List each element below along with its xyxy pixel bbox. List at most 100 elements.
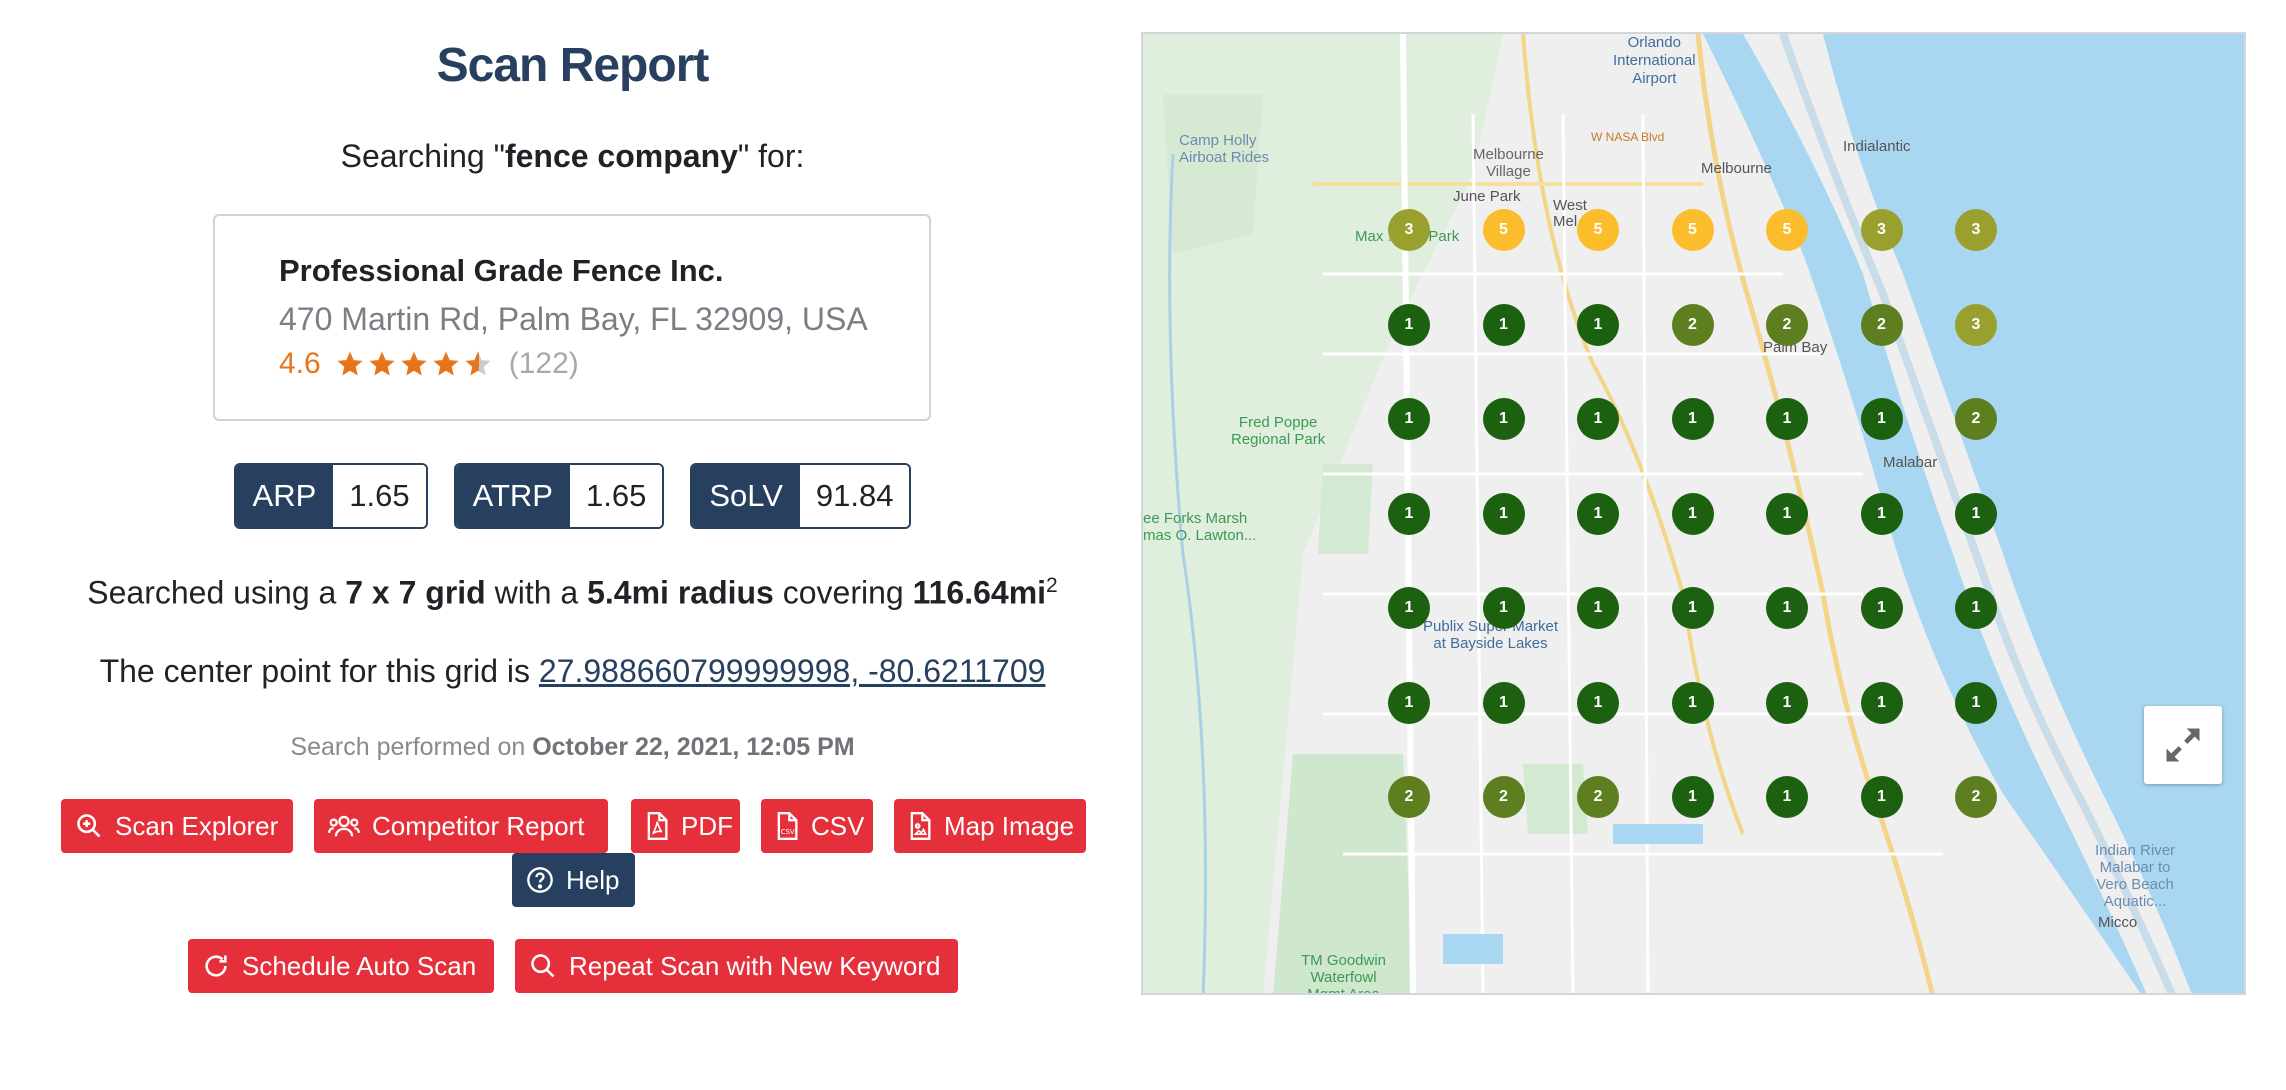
rank-marker[interactable]: 1 — [1671, 776, 1714, 818]
repeat-scan-button[interactable]: Repeat Scan with New Keyword — [515, 939, 958, 993]
business-address: 470 Martin Rd, Palm Bay, FL 32909, USA — [279, 301, 868, 337]
metric-value: 91.84 — [799, 465, 910, 527]
rank-marker[interactable]: 1 — [1577, 303, 1619, 346]
rank-marker[interactable]: 1 — [1671, 587, 1714, 629]
rank-marker[interactable]: 2 — [1577, 776, 1619, 818]
svg-text:CSV: CSV — [781, 828, 795, 836]
rank-marker[interactable]: 5 — [1766, 209, 1808, 251]
rank-marker[interactable]: 1 — [1860, 398, 1903, 440]
business-name: Professional Grade Fence Inc. — [279, 253, 724, 288]
metric-value: 1.65 — [333, 465, 426, 527]
map-image-button[interactable]: Map Image — [894, 799, 1086, 853]
rank-marker[interactable]: 1 — [1955, 492, 1997, 535]
rank-marker[interactable]: 1 — [1860, 587, 1903, 629]
csv-button[interactable]: CSV CSV — [761, 799, 873, 853]
rank-marker[interactable]: 5 — [1482, 209, 1525, 251]
map-label: Malabar — [1883, 454, 1938, 471]
metric-value: 1.65 — [570, 465, 663, 527]
rank-marker[interactable]: 1 — [1671, 492, 1714, 535]
rank-marker[interactable]: 1 — [1766, 587, 1808, 629]
rank-marker[interactable]: 5 — [1671, 209, 1714, 251]
rank-marker[interactable]: 2 — [1766, 303, 1808, 346]
star-icon — [433, 351, 459, 376]
business-rating: 4.6 (122) — [279, 347, 579, 381]
grid-info-line: Searched using a 7 x 7 grid with a 5.4mi… — [87, 574, 1058, 611]
rank-marker[interactable]: 1 — [1388, 681, 1430, 724]
metric-solv: SoLV 91.84 — [690, 463, 912, 529]
rank-marker[interactable]: 3 — [1860, 209, 1903, 251]
rank-marker[interactable]: 1 — [1388, 303, 1430, 346]
review-count: (122) — [508, 347, 579, 380]
page-title: Scan Report — [436, 39, 710, 92]
rank-marker[interactable]: 5 — [1577, 209, 1619, 251]
rank-marker[interactable]: 1 — [1577, 587, 1619, 629]
metric-label: ATRP — [455, 465, 570, 527]
rank-marker[interactable]: 1 — [1482, 681, 1525, 724]
rank-marker[interactable]: 1 — [1671, 681, 1714, 724]
rank-marker[interactable]: 1 — [1766, 681, 1808, 724]
pdf-button[interactable]: PDF — [631, 799, 740, 853]
rank-marker[interactable]: 1 — [1766, 492, 1808, 535]
half-star-icon — [465, 351, 491, 376]
question-circle-icon — [527, 867, 553, 893]
rank-marker[interactable]: 1 — [1482, 492, 1525, 535]
metric-arp: ARP 1.65 — [233, 463, 428, 529]
star-icon — [369, 351, 395, 376]
rank-marker[interactable]: 1 — [1482, 303, 1525, 346]
search-keyword-line: Searching "fence company" for: — [340, 138, 805, 174]
rank-marker[interactable]: 3 — [1955, 303, 1997, 346]
pdf-file-icon — [647, 812, 668, 840]
fullscreen-button[interactable] — [2144, 706, 2222, 784]
rank-marker[interactable]: 1 — [1671, 398, 1714, 440]
search-icon — [531, 954, 555, 978]
search-plus-icon — [77, 814, 101, 838]
star-icon — [337, 351, 363, 376]
rank-marker[interactable]: 1 — [1766, 776, 1808, 818]
schedule-auto-scan-button[interactable]: Schedule Auto Scan — [188, 939, 494, 993]
metric-label: ARP — [235, 465, 334, 527]
rank-marker[interactable]: 1 — [1955, 681, 1997, 724]
rating-stars — [335, 349, 493, 379]
rank-marker[interactable]: 1 — [1577, 681, 1619, 724]
star-icon — [401, 351, 427, 376]
metrics-row: ARP 1.65 ATRP 1.65 SoLV 91.84 — [0, 463, 1145, 529]
rank-marker[interactable]: 1 — [1482, 398, 1525, 440]
business-card: Professional Grade Fence Inc. 470 Martin… — [213, 214, 931, 421]
rank-marker[interactable]: 1 — [1388, 587, 1430, 629]
rank-marker[interactable]: 1 — [1577, 492, 1619, 535]
rank-marker[interactable]: 1 — [1388, 492, 1430, 535]
scan-map[interactable]: Orlando International Airport Camp Holly… — [1141, 32, 2246, 995]
rank-marker[interactable]: 1 — [1860, 776, 1903, 818]
competitor-report-button[interactable]: Competitor Report — [314, 799, 608, 853]
rank-marker[interactable]: 1 — [1766, 398, 1808, 440]
users-icon — [328, 815, 360, 837]
rank-marker[interactable]: 2 — [1955, 398, 1997, 440]
rank-marker[interactable]: 1 — [1577, 398, 1619, 440]
map-label: Indialantic — [1843, 138, 1911, 155]
rank-marker[interactable]: 1 — [1860, 492, 1903, 535]
search-date: Search performed on October 22, 2021, 12… — [290, 733, 855, 761]
rank-marker[interactable]: 2 — [1860, 303, 1903, 346]
map-label: Orlando International Airport — [1613, 34, 1696, 87]
scan-explorer-button[interactable]: Scan Explorer — [61, 799, 293, 853]
rank-marker[interactable]: 2 — [1388, 776, 1430, 818]
map-label: June Park — [1453, 188, 1521, 205]
rank-marker[interactable]: 2 — [1482, 776, 1525, 818]
rank-marker[interactable]: 2 — [1671, 303, 1714, 346]
map-label: Indian River Malabar to Vero Beach Aquat… — [2095, 842, 2176, 910]
rank-marker[interactable]: 1 — [1482, 587, 1525, 629]
help-button[interactable]: Help — [512, 853, 635, 907]
rank-marker[interactable]: 1 — [1955, 587, 1997, 629]
rank-marker[interactable]: 2 — [1955, 776, 1997, 818]
map-label: Fred Poppe Regional Park — [1231, 414, 1326, 448]
center-point-line: The center point for this grid is 27.988… — [99, 653, 1046, 689]
rank-marker[interactable]: 3 — [1388, 209, 1430, 251]
rank-marker[interactable]: 1 — [1860, 681, 1903, 724]
center-coords-link[interactable]: 27.988660799999998, -80.6211709 — [539, 653, 1046, 689]
map-label: TM Goodwin Waterfowl Mgmt Area — [1301, 952, 1387, 995]
image-file-icon — [910, 812, 931, 840]
map-label: Micco — [2098, 914, 2138, 931]
keyword: fence company — [504, 138, 738, 174]
rank-marker[interactable]: 1 — [1388, 398, 1430, 440]
rank-marker[interactable]: 3 — [1955, 209, 1997, 251]
